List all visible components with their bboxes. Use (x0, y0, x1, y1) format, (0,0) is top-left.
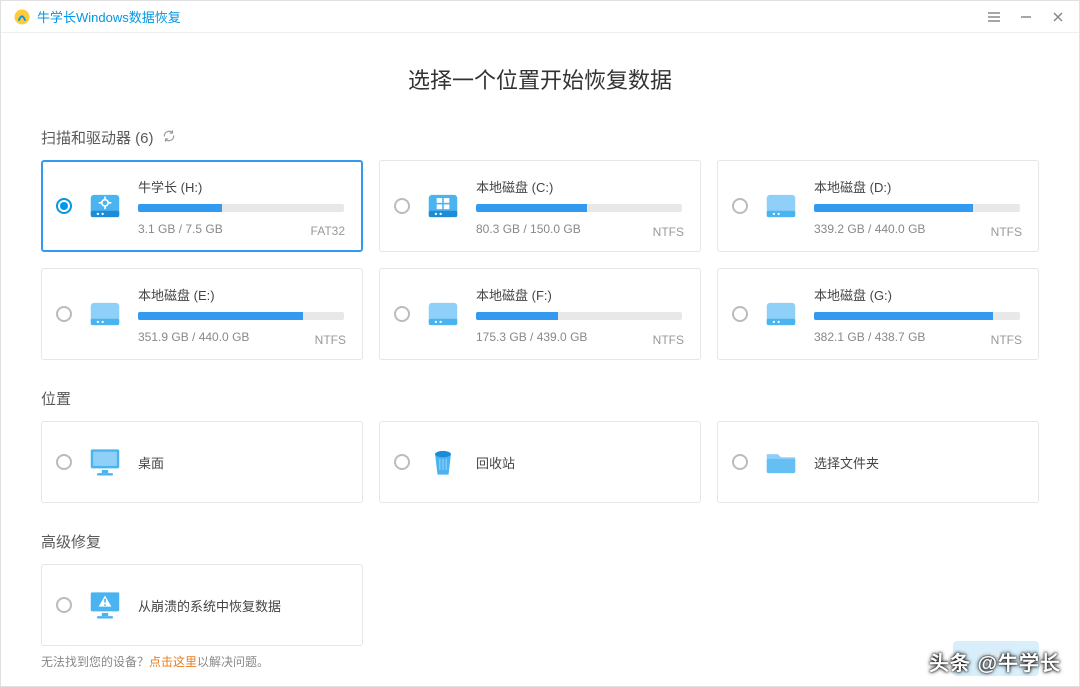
location-radio[interactable] (732, 454, 748, 470)
locations-section-title: 位置 (41, 388, 1039, 409)
drive-filesystem: FAT32 (311, 224, 345, 238)
drive-size: 351.9 GB / 440.0 GB (138, 330, 344, 344)
location-name: 桌面 (138, 453, 164, 472)
drive-usage-bar (476, 204, 682, 212)
drive-usage-bar (138, 204, 344, 212)
drive-card[interactable]: 本地磁盘 (D:) 339.2 GB / 440.0 GB NTFS (717, 160, 1039, 252)
drive-usage-bar (476, 312, 682, 320)
advanced-radio[interactable] (56, 597, 72, 613)
location-radio[interactable] (56, 454, 72, 470)
drive-card[interactable]: 本地磁盘 (C:) 80.3 GB / 150.0 GB NTFS (379, 160, 701, 252)
close-button[interactable] (1049, 8, 1067, 26)
drive-name: 本地磁盘 (E:) (138, 285, 344, 304)
crash-recovery-icon (86, 586, 124, 624)
locations-grid: 桌面 回收站 选择文件夹 (41, 421, 1039, 503)
drive-icon (762, 187, 800, 225)
drive-usage-bar (814, 204, 1020, 212)
drive-card[interactable]: 牛学长 (H:) 3.1 GB / 7.5 GB FAT32 (41, 160, 363, 252)
drive-radio[interactable] (394, 306, 410, 322)
drive-icon (86, 295, 124, 333)
start-button[interactable]: 开始 (953, 641, 1039, 676)
footer-suffix: 以解决问题。 (197, 653, 269, 670)
drive-icon (86, 187, 124, 225)
drives-grid: 牛学长 (H:) 3.1 GB / 7.5 GB FAT32 本地磁盘 (C:)… (41, 160, 1039, 360)
footer-link[interactable]: 点击这里 (149, 653, 197, 670)
drive-filesystem: NTFS (653, 225, 684, 239)
drive-radio[interactable] (732, 198, 748, 214)
drive-card[interactable]: 本地磁盘 (G:) 382.1 GB / 438.7 GB NTFS (717, 268, 1039, 360)
drive-filesystem: NTFS (653, 333, 684, 347)
main-content: 选择一个位置开始恢复数据 扫描和驱动器 (6) 牛学长 (H:) 3.1 GB … (1, 33, 1079, 646)
drive-size: 382.1 GB / 438.7 GB (814, 330, 1020, 344)
drive-name: 本地磁盘 (C:) (476, 177, 682, 196)
advanced-card[interactable]: 从崩溃的系统中恢复数据 (41, 564, 363, 646)
monitor-icon (86, 443, 124, 481)
drive-name: 牛学长 (H:) (138, 177, 344, 196)
drive-info: 本地磁盘 (E:) 351.9 GB / 440.0 GB (138, 285, 344, 344)
drive-icon (762, 295, 800, 333)
location-name: 选择文件夹 (814, 453, 879, 472)
drive-card[interactable]: 本地磁盘 (F:) 175.3 GB / 439.0 GB NTFS (379, 268, 701, 360)
footer-prefix: 无法找到您的设备？ (41, 653, 149, 670)
drive-filesystem: NTFS (991, 225, 1022, 239)
app-logo-icon (13, 8, 31, 26)
location-name: 回收站 (476, 453, 515, 472)
drive-radio[interactable] (732, 306, 748, 322)
drive-radio[interactable] (56, 306, 72, 322)
drives-title-text: 扫描和驱动器 (6) (41, 127, 154, 148)
trash-icon (424, 443, 462, 481)
drive-info: 本地磁盘 (G:) 382.1 GB / 438.7 GB (814, 285, 1020, 344)
drive-size: 80.3 GB / 150.0 GB (476, 222, 682, 236)
drive-usage-bar (138, 312, 344, 320)
advanced-grid: 从崩溃的系统中恢复数据 (41, 564, 1039, 646)
drive-usage-bar (814, 312, 1020, 320)
footer: 无法找到您的设备？ 点击这里 以解决问题。 (1, 636, 1079, 686)
titlebar: 牛学长Windows数据恢复 (1, 1, 1079, 33)
menu-button[interactable] (985, 8, 1003, 26)
refresh-icon[interactable] (162, 129, 176, 147)
minimize-button[interactable] (1017, 8, 1035, 26)
drive-name: 本地磁盘 (D:) (814, 177, 1020, 196)
drives-section-title: 扫描和驱动器 (6) (41, 127, 1039, 148)
location-card[interactable]: 选择文件夹 (717, 421, 1039, 503)
page-heading: 选择一个位置开始恢复数据 (41, 63, 1039, 95)
drive-size: 339.2 GB / 440.0 GB (814, 222, 1020, 236)
drive-info: 本地磁盘 (D:) 339.2 GB / 440.0 GB (814, 177, 1020, 236)
drive-radio[interactable] (394, 198, 410, 214)
drive-size: 175.3 GB / 439.0 GB (476, 330, 682, 344)
location-card[interactable]: 回收站 (379, 421, 701, 503)
drive-name: 本地磁盘 (G:) (814, 285, 1020, 304)
advanced-section-title: 高级修复 (41, 531, 1039, 552)
drive-icon (424, 295, 462, 333)
drive-info: 本地磁盘 (C:) 80.3 GB / 150.0 GB (476, 177, 682, 236)
drive-info: 本地磁盘 (F:) 175.3 GB / 439.0 GB (476, 285, 682, 344)
app-title: 牛学长Windows数据恢复 (37, 7, 181, 26)
drive-icon (424, 187, 462, 225)
location-card[interactable]: 桌面 (41, 421, 363, 503)
drive-card[interactable]: 本地磁盘 (E:) 351.9 GB / 440.0 GB NTFS (41, 268, 363, 360)
drive-radio[interactable] (56, 198, 72, 214)
location-radio[interactable] (394, 454, 410, 470)
folder-icon (762, 443, 800, 481)
titlebar-left: 牛学长Windows数据恢复 (13, 7, 181, 26)
drive-filesystem: NTFS (315, 333, 346, 347)
advanced-name: 从崩溃的系统中恢复数据 (138, 596, 281, 615)
titlebar-controls (985, 8, 1067, 26)
drive-name: 本地磁盘 (F:) (476, 285, 682, 304)
drive-filesystem: NTFS (991, 333, 1022, 347)
